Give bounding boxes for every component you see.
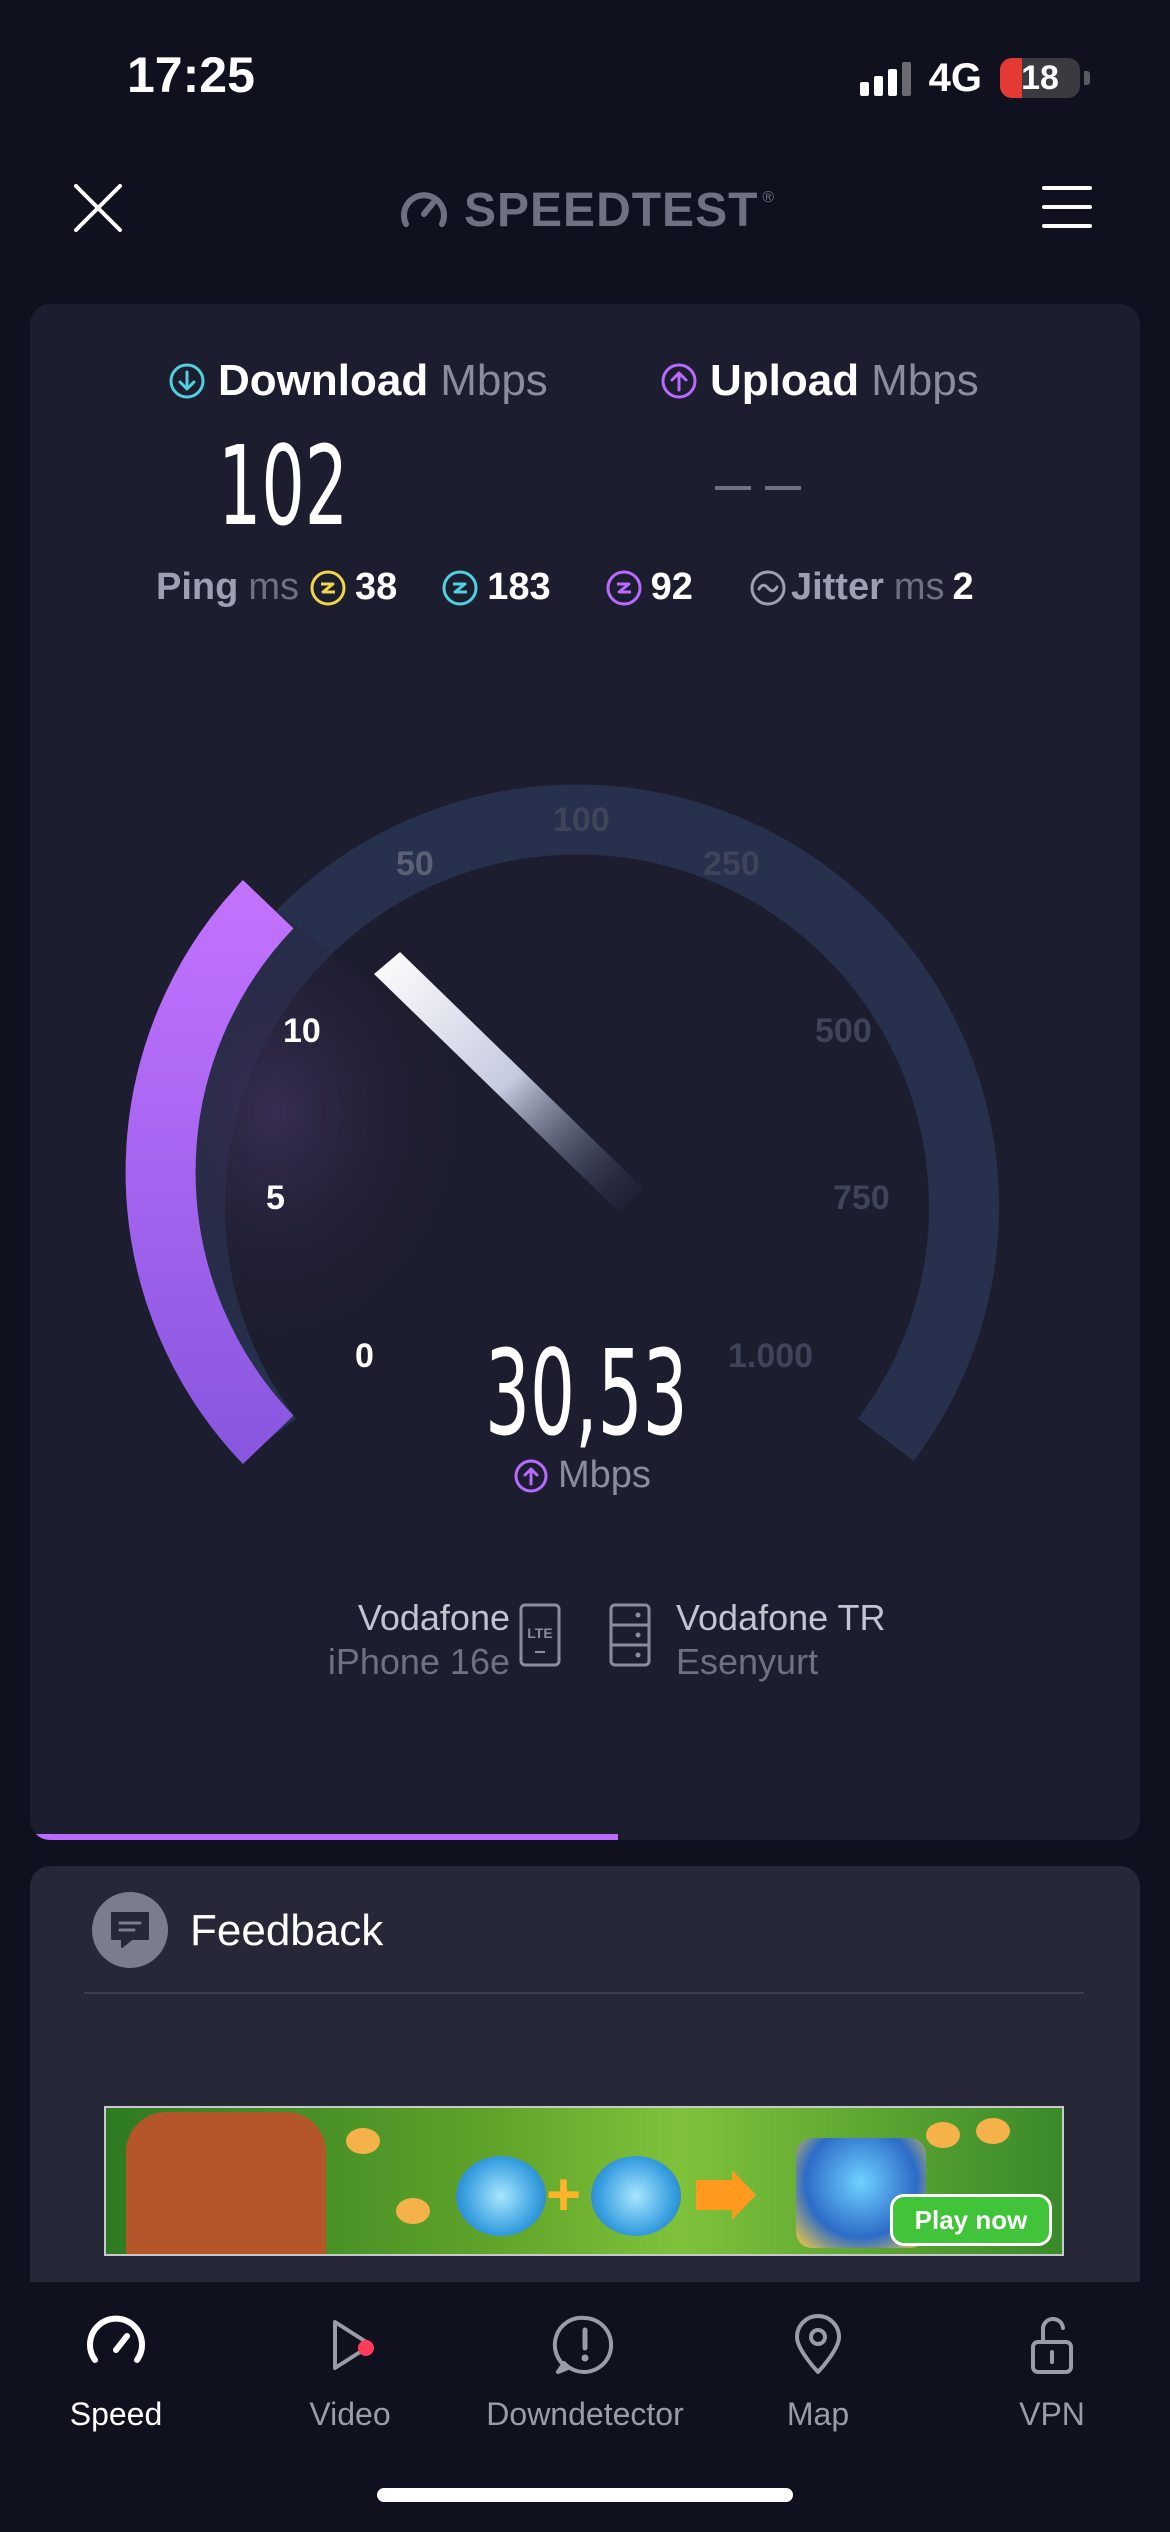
status-time: 17:25 [127,47,255,103]
results-card: Download Mbps 102 Upload Mbps Ping ms 38… [30,304,1140,1840]
ad-character-image [126,2112,326,2254]
ad-banner[interactable]: + Play now [104,2106,1064,2256]
notification-dot [358,2340,374,2356]
tab-video-label: Video [309,2396,391,2432]
gauge-tick-50: 50 [396,845,434,883]
feedback-card[interactable]: Feedback + Play now [30,1866,1140,2286]
close-icon [74,184,122,232]
current-speed-unit-row: Mbps [512,1454,651,1497]
gauge-tick-100: 100 [553,801,610,839]
lock-open-icon [1031,2317,1073,2374]
lte-device-icon: LTE [519,1603,561,1667]
battery-level: 18 [1021,58,1059,97]
trademark-mark: ® [762,189,775,206]
battery-icon: 18 [1000,58,1080,98]
brand-logo: SPEEDTEST ® [398,180,774,240]
speedometer-logo-icon [401,192,447,227]
server-info[interactable]: Vodafone TR Esenyurt [676,1596,886,1684]
status-indicators: 4G 18 [859,50,1090,106]
current-speed: 30,53 [485,1324,688,1462]
tab-downdetector[interactable]: Downdetector [485,2312,685,2433]
svg-text:LTE: LTE [527,1625,552,1641]
tab-speed-label: Speed [69,2396,163,2432]
server-icon [609,1603,651,1667]
menu-button[interactable] [1042,182,1092,232]
tab-map[interactable]: Map [718,2312,918,2433]
gauge-tick-0: 0 [355,1337,374,1375]
gauge-tick-500: 500 [815,1012,872,1050]
carrier-name: Vodafone [357,1597,510,1638]
alert-icon [552,2315,614,2374]
current-speed-unit: Mbps [558,1454,651,1496]
upload-small-icon [514,1459,548,1492]
speed-gauge: 0 5 10 50 100 250 500 750 1.000 [125,784,999,1465]
tab-speed[interactable]: Speed [16,2312,216,2433]
tab-video[interactable]: Video [250,2312,450,2433]
feedback-label: Feedback [190,1906,384,1955]
carrier-info[interactable]: Vodafone iPhone 16e [328,1596,510,1684]
signal-icon [859,60,911,96]
ad-plus-icon: + [546,2161,582,2228]
network-type: 4G [928,55,982,100]
speedometer-icon [87,2315,145,2363]
gauge-tick-750: 750 [833,1179,890,1217]
server-location: Esenyurt [676,1641,819,1682]
tab-vpn[interactable]: VPN [952,2312,1152,2433]
ad-arrow-icon [696,2170,756,2220]
ad-play-now-button[interactable]: Play now [890,2194,1052,2246]
server-provider: Vodafone TR [676,1597,886,1638]
feedback-divider [84,1992,1084,1994]
gauge-tick-10: 10 [283,1012,321,1050]
gauge-tick-250: 250 [703,845,760,883]
tab-downdetector-label: Downdetector [486,2396,684,2432]
feedback-icon [92,1892,168,1968]
close-button[interactable] [68,178,128,238]
device-name: iPhone 16e [327,1641,510,1682]
tab-vpn-label: VPN [1019,2396,1085,2432]
ad-item-image [591,2156,681,2236]
map-pin-icon [795,2314,841,2374]
test-progress-bar [30,1834,619,1840]
brand-name: SPEEDTEST [464,183,759,237]
home-indicator[interactable] [377,2488,793,2502]
gauge-tick-5: 5 [266,1179,285,1217]
ad-item-image [456,2156,546,2236]
gauge-tick-1000: 1.000 [728,1337,813,1375]
tab-map-label: Map [786,2396,850,2432]
